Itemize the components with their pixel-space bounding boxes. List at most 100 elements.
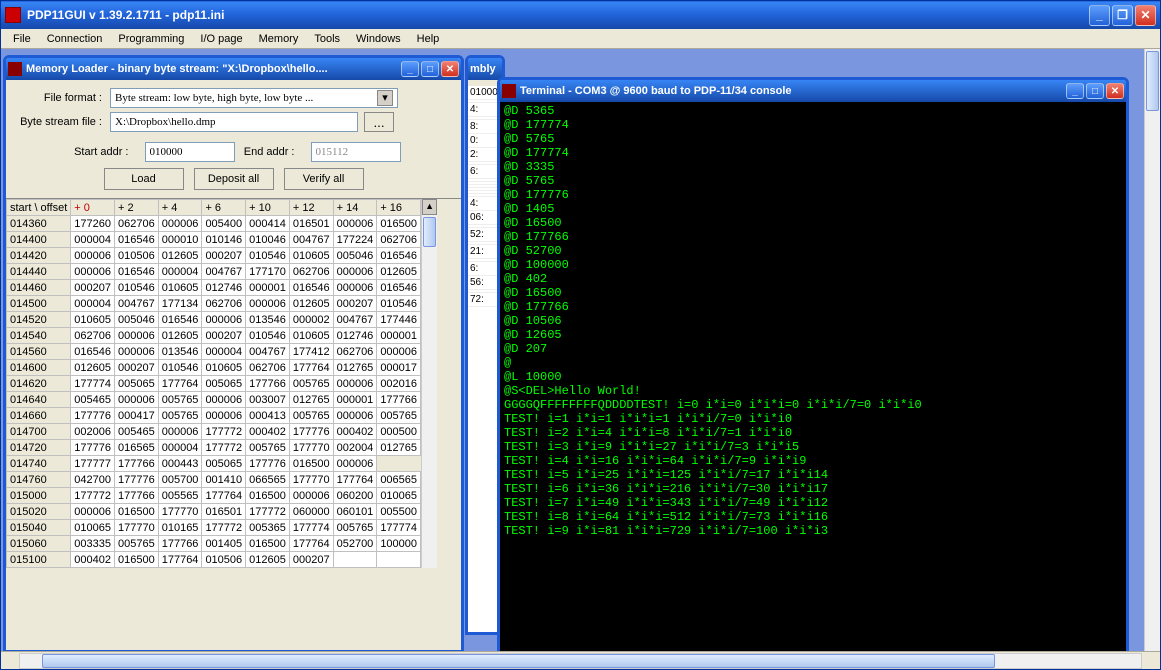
memory-cell[interactable]: 000017 xyxy=(377,360,421,376)
memory-row-addr[interactable]: 014660 xyxy=(7,408,71,424)
memory-cell[interactable]: 177766 xyxy=(158,536,202,552)
memory-row-addr[interactable]: 014560 xyxy=(7,344,71,360)
memory-cell[interactable]: 010065 xyxy=(71,520,115,536)
memory-cell[interactable]: 177770 xyxy=(158,504,202,520)
table-row[interactable]: 0144000000040165460000100101460100460047… xyxy=(7,232,421,248)
table-row[interactable]: 0150200000060165001777700165011777720600… xyxy=(7,504,421,520)
main-titlebar[interactable]: PDP11GUI v 1.39.2.1711 - pdp11.ini _ ❐ ✕ xyxy=(1,1,1160,29)
memory-row-addr[interactable]: 014760 xyxy=(7,472,71,488)
memory-cell[interactable]: 000207 xyxy=(202,248,246,264)
mdi-horizontal-scrollbar[interactable] xyxy=(1,651,1160,669)
menu-help[interactable]: Help xyxy=(409,31,448,47)
memory-cell[interactable]: 177776 xyxy=(71,440,115,456)
memory-cell[interactable]: 010605 xyxy=(71,312,115,328)
ml-maximize-button[interactable]: □ xyxy=(421,61,439,77)
memory-cell[interactable]: 000001 xyxy=(246,280,290,296)
memory-cell[interactable]: 000010 xyxy=(158,232,202,248)
memory-cell[interactable]: 005400 xyxy=(202,216,246,232)
memory-cell[interactable]: 177766 xyxy=(115,456,159,472)
memory-cell[interactable]: 000006 xyxy=(115,328,159,344)
table-row[interactable]: 0143601772600627060000060054000004140165… xyxy=(7,216,421,232)
minimize-button[interactable]: _ xyxy=(1089,5,1110,26)
memory-row-addr[interactable]: 014540 xyxy=(7,328,71,344)
memory-cell[interactable]: 010546 xyxy=(246,248,290,264)
memory-header[interactable]: + 4 xyxy=(158,200,202,216)
memory-cell[interactable]: 177774 xyxy=(289,520,333,536)
memory-row-addr[interactable]: 014700 xyxy=(7,424,71,440)
table-row[interactable]: 0147600427001777760057000014100665651777… xyxy=(7,472,421,488)
term-maximize-button[interactable]: □ xyxy=(1086,83,1104,99)
memory-cell[interactable]: 005765 xyxy=(158,408,202,424)
memory-cell[interactable]: 177776 xyxy=(115,472,159,488)
memory-cell[interactable]: 060200 xyxy=(333,488,377,504)
memory-cell[interactable]: 062706 xyxy=(246,360,290,376)
memory-cell[interactable]: 013546 xyxy=(158,344,202,360)
memory-cell[interactable]: 016546 xyxy=(115,264,159,280)
memory-cell[interactable]: 004767 xyxy=(289,232,333,248)
memory-cell[interactable]: 000006 xyxy=(71,504,115,520)
memory-cell[interactable]: 177770 xyxy=(289,472,333,488)
memory-cell[interactable]: 016546 xyxy=(377,280,421,296)
table-row[interactable]: 0145200106050050460165460000060135460000… xyxy=(7,312,421,328)
memory-cell[interactable]: 012605 xyxy=(377,264,421,280)
memory-cell[interactable]: 000006 xyxy=(333,216,377,232)
memory-cell[interactable]: 000413 xyxy=(246,408,290,424)
memory-cell[interactable]: 005500 xyxy=(377,504,421,520)
memory-cell[interactable]: 000002 xyxy=(289,312,333,328)
memory-cell[interactable]: 177412 xyxy=(289,344,333,360)
memory-cell[interactable]: 000402 xyxy=(71,552,115,568)
memory-row-addr[interactable]: 015020 xyxy=(7,504,71,520)
table-row[interactable]: 0147000020060054650000061777720004021777… xyxy=(7,424,421,440)
memory-cell[interactable]: 177764 xyxy=(202,488,246,504)
table-row[interactable]: 0146000126050002070105460106050627061777… xyxy=(7,360,421,376)
memory-cell[interactable]: 016500 xyxy=(289,456,333,472)
memory-cell[interactable]: 177764 xyxy=(333,472,377,488)
memory-cell[interactable]: 005065 xyxy=(202,456,246,472)
memory-cell[interactable]: 062706 xyxy=(71,328,115,344)
memory-cell[interactable]: 012746 xyxy=(202,280,246,296)
table-row[interactable]: 0146400054650000060057650000060030070127… xyxy=(7,392,421,408)
memory-cell[interactable]: 177772 xyxy=(71,488,115,504)
memory-cell[interactable]: 000006 xyxy=(158,424,202,440)
memory-cell[interactable]: 005765 xyxy=(246,440,290,456)
memory-cell[interactable]: 005046 xyxy=(333,248,377,264)
memory-cell[interactable]: 013546 xyxy=(246,312,290,328)
memory-header[interactable]: + 16 xyxy=(377,200,421,216)
ml-minimize-button[interactable]: _ xyxy=(401,61,419,77)
memory-cell[interactable]: 177774 xyxy=(71,376,115,392)
memory-cell[interactable]: 000006 xyxy=(71,248,115,264)
byte-stream-file-input[interactable] xyxy=(110,112,358,132)
memory-cell[interactable]: 177776 xyxy=(289,424,333,440)
memory-cell[interactable]: 003007 xyxy=(246,392,290,408)
memory-cell[interactable]: 016546 xyxy=(289,280,333,296)
memory-cell[interactable]: 000004 xyxy=(71,232,115,248)
memory-cell[interactable]: 005565 xyxy=(158,488,202,504)
memory-cell[interactable]: 177224 xyxy=(333,232,377,248)
memory-cell[interactable]: 005765 xyxy=(289,376,333,392)
load-button[interactable]: Load xyxy=(104,168,184,190)
start-addr-input[interactable] xyxy=(145,142,235,162)
memory-cell[interactable]: 005765 xyxy=(377,408,421,424)
menu-windows[interactable]: Windows xyxy=(348,31,409,47)
memory-row-addr[interactable]: 014720 xyxy=(7,440,71,456)
memory-cell[interactable]: 016501 xyxy=(202,504,246,520)
memory-cell[interactable]: 010605 xyxy=(202,360,246,376)
memory-header[interactable]: + 12 xyxy=(289,200,333,216)
memory-cell[interactable]: 052700 xyxy=(333,536,377,552)
memory-cell[interactable]: 062706 xyxy=(333,344,377,360)
memory-cell[interactable]: 005065 xyxy=(202,376,246,392)
memory-row-addr[interactable]: 014520 xyxy=(7,312,71,328)
table-row[interactable]: 0146601777760004170057650000060004130057… xyxy=(7,408,421,424)
memory-row-addr[interactable]: 014620 xyxy=(7,376,71,392)
memory-cell[interactable]: 000004 xyxy=(71,296,115,312)
memory-row-addr[interactable]: 015040 xyxy=(7,520,71,536)
mdi-scroll-thumb[interactable] xyxy=(1146,51,1159,111)
memory-cell[interactable]: 177764 xyxy=(158,376,202,392)
table-row[interactable]: 0150001777721777660055651777640165000000… xyxy=(7,488,421,504)
memory-cell[interactable]: 012765 xyxy=(333,360,377,376)
memory-cell[interactable]: 000001 xyxy=(333,392,377,408)
memory-cell[interactable]: 016500 xyxy=(115,552,159,568)
memory-table-scrollbar[interactable]: ▲ xyxy=(421,199,437,568)
memory-header[interactable]: + 14 xyxy=(333,200,377,216)
memory-cell[interactable]: 010605 xyxy=(289,328,333,344)
